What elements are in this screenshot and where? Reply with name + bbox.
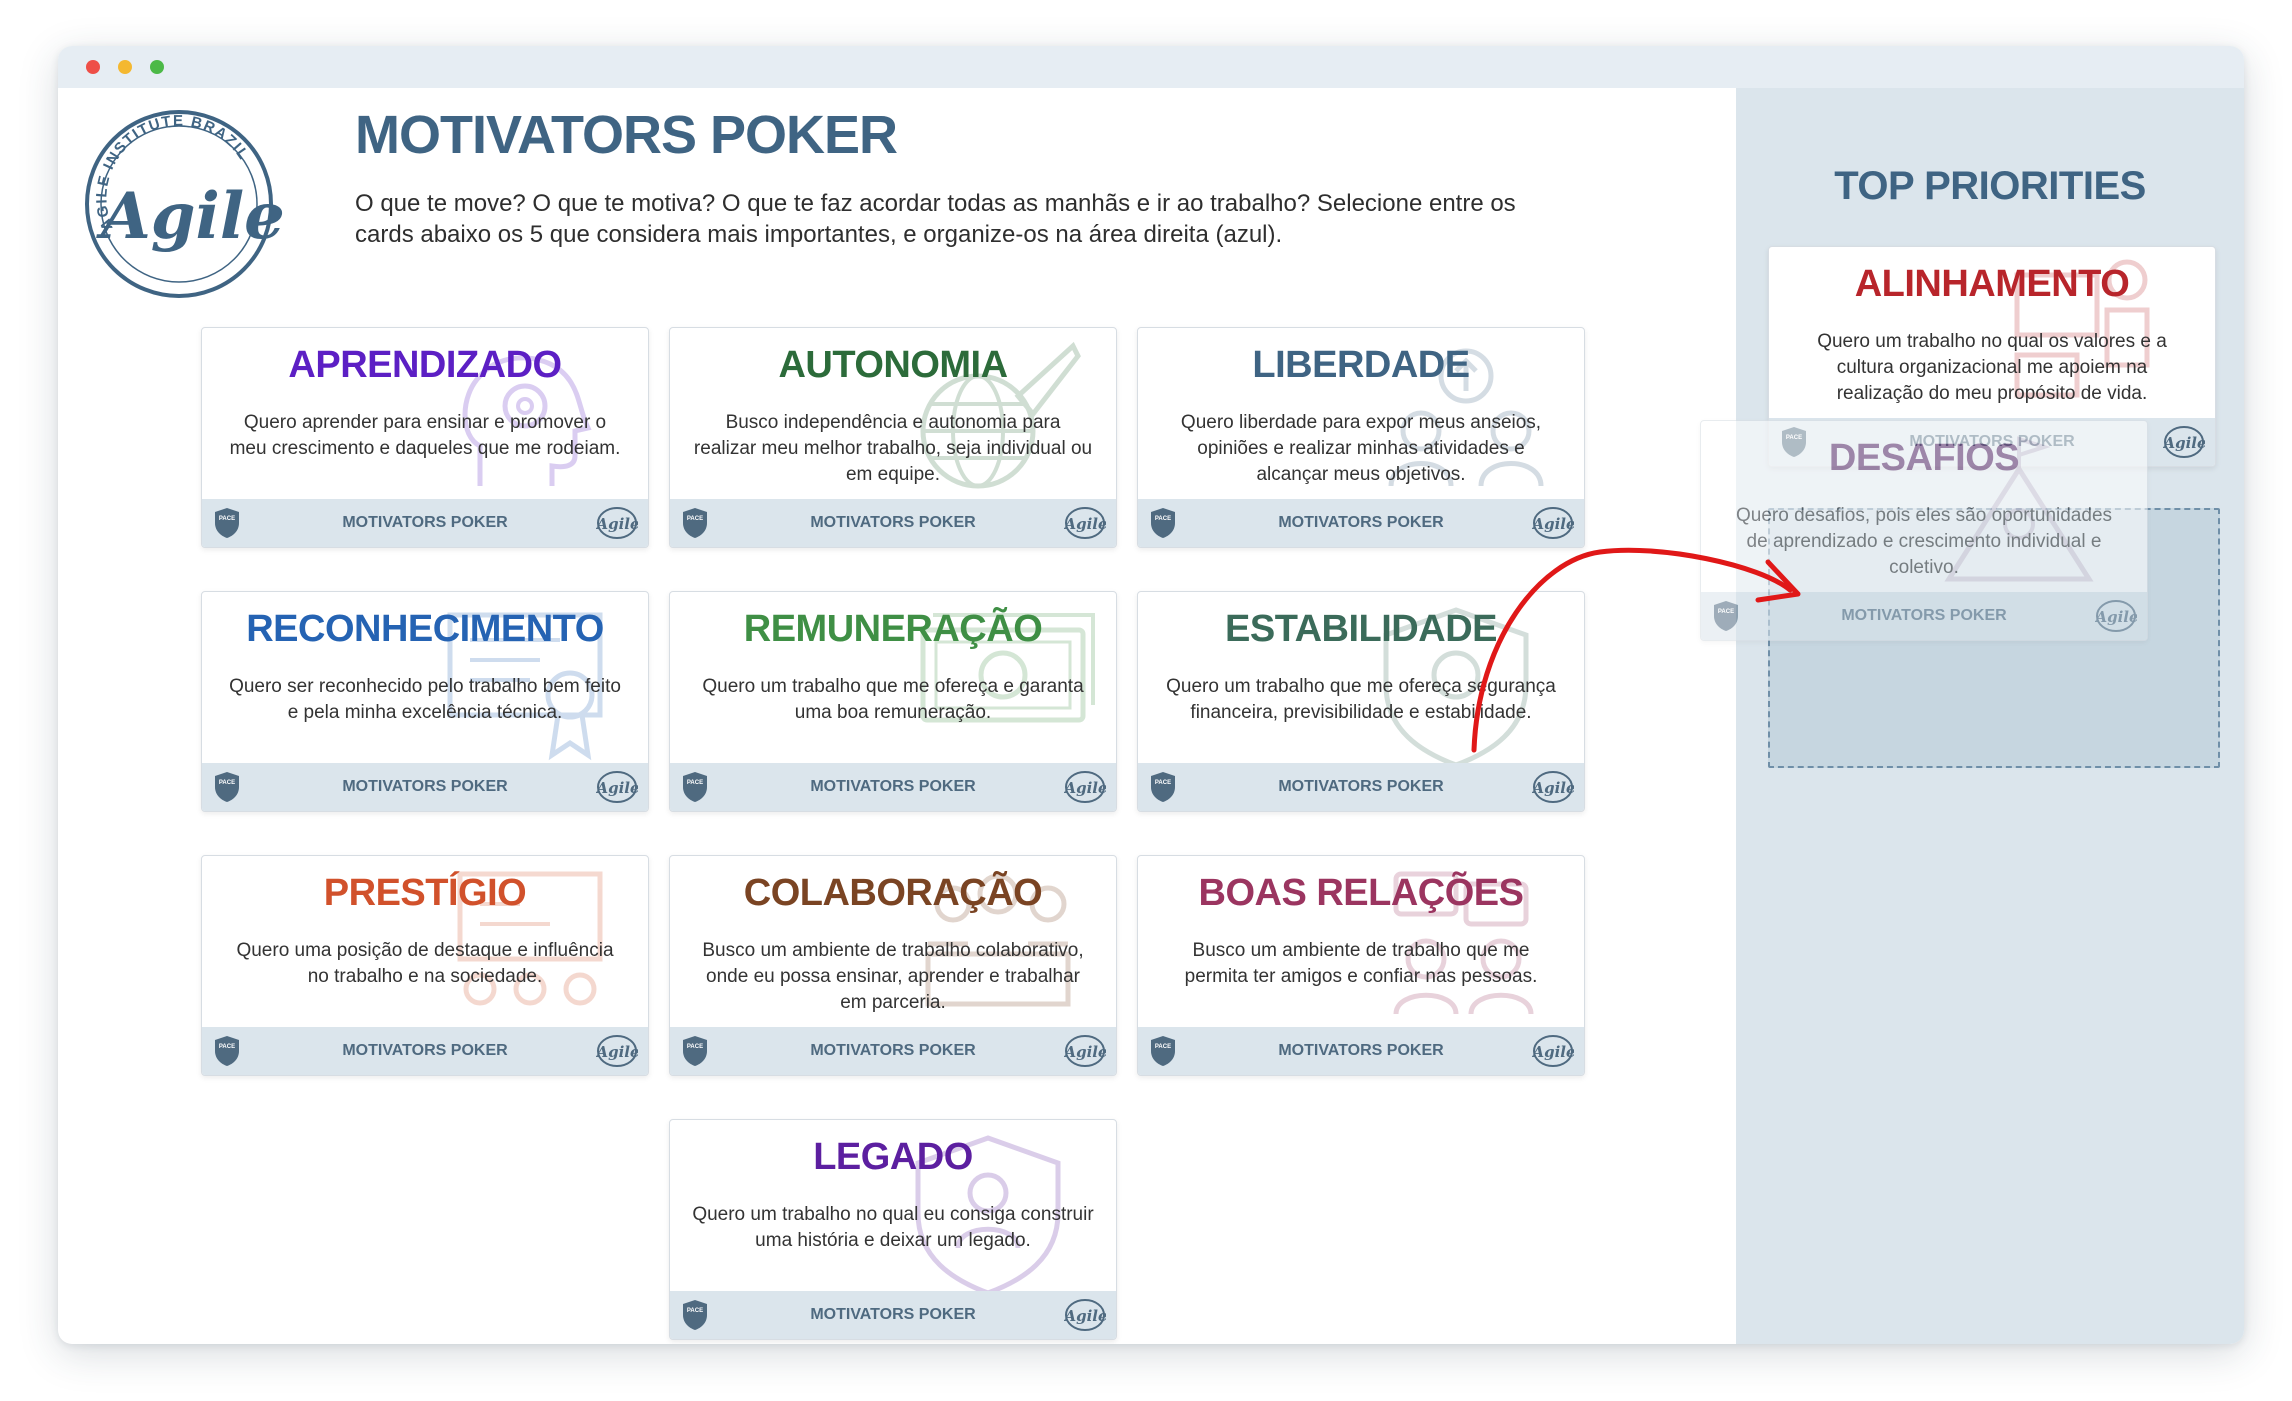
card-description: Quero um trabalho que me ofereça e garan… [702,676,1084,723]
card-footer-label: MOTIVATORS POKER [1278,1042,1444,1059]
agile-mark-icon: Agile [596,1035,638,1067]
card-description: Busco independência e autonomia para rea… [693,412,1093,485]
svg-text:Agile: Agile [1532,1043,1574,1061]
agile-mark-icon: Agile [2095,600,2137,632]
motivator-card[interactable]: ESTABILIDADE Quero um trabalho que me ofe… [1137,591,1585,812]
card-footer-label: MOTIVATORS POKER [810,1042,976,1059]
card-footer: PACEMOTIVATORS POKERAgile [670,499,1116,547]
card-footer-label: MOTIVATORS POKER [342,514,508,531]
card-footer-label: MOTIVATORS POKER [1278,514,1444,531]
agile-institute-logo: AGILE INSTITUTE BRAZIL Agile [85,110,285,298]
card-title: RECONHECIMENTO [246,608,604,650]
agile-mark-icon: Agile [2163,426,2205,458]
card-description: Quero um trabalho no qual os valores e a… [1817,331,2167,404]
svg-text:Agile: Agile [1532,515,1574,533]
motivator-card[interactable]: LIBERDADE Quero liberdade para expor meus… [1137,327,1585,548]
svg-text:Agile: Agile [596,1043,638,1061]
card-title: DESAFIOS [1828,437,2020,479]
card-title: BOAS RELAÇÕES [1198,872,1524,914]
agile-mark-icon: Agile [596,507,638,539]
card-title: REMUNERAÇÃO [743,608,1043,650]
svg-text:Agile: Agile [1532,779,1574,797]
card-title: APRENDIZADO [288,344,562,386]
card-footer: PACEMOTIVATORS POKERAgile [1701,592,2147,640]
card-title: PRESTÍGIO [323,872,527,914]
card-footer: PACEMOTIVATORS POKERAgile [1138,1027,1584,1075]
logo-word: Agile [96,179,285,254]
dragging-card[interactable]: DESAFIOS Quero desafios, pois eles são op… [1700,420,2148,641]
svg-text:Agile: Agile [596,515,638,533]
card-description: Quero uma posição de destaque e influênc… [236,940,614,987]
svg-text:Agile: Agile [596,779,638,797]
card-footer: PACEMOTIVATORS POKERAgile [202,499,648,547]
card-footer-label: MOTIVATORS POKER [342,1042,508,1059]
svg-text:Agile: Agile [2095,608,2137,626]
card-description: Quero ser reconhecido pelo trabalho bem … [229,676,621,723]
motivator-card[interactable]: AUTONOMIA Busco independência e autonomia… [669,327,1117,548]
agile-mark-icon: Agile [1532,507,1574,539]
card-title: COLABORAÇÃO [743,872,1043,914]
minimize-window-button[interactable] [118,60,132,74]
card-footer: PACEMOTIVATORS POKERAgile [1138,763,1584,811]
motivator-card[interactable]: COLABORAÇÃO Busco um ambiente de trabalho… [669,855,1117,1076]
svg-text:Agile: Agile [1064,1307,1106,1325]
card-footer: PACEMOTIVATORS POKERAgile [202,1027,648,1075]
page-title: MOTIVATORS POKER [355,105,898,165]
card-footer: PACEMOTIVATORS POKERAgile [670,1291,1116,1339]
agile-mark-icon: Agile [1532,1035,1574,1067]
card-footer-label: MOTIVATORS POKER [1841,607,2007,624]
card-title: LEGADO [813,1136,973,1178]
motivator-card[interactable]: APRENDIZADO Quero aprender para ensinar e… [201,327,649,548]
motivator-card[interactable]: LEGADO Quero um trabalho no qual eu consi… [669,1119,1117,1340]
card-footer: PACEMOTIVATORS POKERAgile [670,1027,1116,1075]
app-window: AGILE INSTITUTE BRAZIL Agile MOTIVATORS … [58,46,2244,1344]
card-description: Quero aprender para ensinar e promover o… [229,412,621,459]
card-footer: PACEMOTIVATORS POKERAgile [1138,499,1584,547]
card-footer-label: MOTIVATORS POKER [810,514,976,531]
top-priorities-panel[interactable]: TOP PRIORITIES ALINHAMENTO Quero um traba… [1736,88,2244,1344]
top-priorities-title: TOP PRIORITIES [1834,164,2146,208]
maximize-window-button[interactable] [150,60,164,74]
motivator-card[interactable]: RECONHECIMENTO Quero ser reconhecido pelo… [201,591,649,812]
agile-mark-icon: Agile [1064,1299,1106,1331]
card-footer-label: MOTIVATORS POKER [810,778,976,795]
svg-text:Agile: Agile [2163,434,2205,452]
svg-text:Agile: Agile [1064,515,1106,533]
card-footer: PACEMOTIVATORS POKERAgile [202,763,648,811]
motivator-card[interactable]: REMUNERAÇÃO Quero um trabalho que me ofer… [669,591,1117,812]
card-footer: PACEMOTIVATORS POKERAgile [670,763,1116,811]
card-description: Quero desafios, pois eles são oportunida… [1735,505,2113,578]
agile-mark-icon: Agile [1064,507,1106,539]
card-title: ESTABILIDADE [1225,608,1497,650]
agile-mark-icon: Agile [1064,771,1106,803]
card-footer-label: MOTIVATORS POKER [1278,778,1444,795]
motivator-card[interactable]: PRESTÍGIO Quero uma posição de destaque e… [201,855,649,1076]
agile-mark-icon: Agile [596,771,638,803]
card-title: AUTONOMIA [778,344,1008,386]
card-description: Quero um trabalho que me ofereça seguran… [1166,676,1556,723]
close-window-button[interactable] [86,60,100,74]
svg-text:Agile: Agile [1064,1043,1106,1061]
motivator-card[interactable]: BOAS RELAÇÕES Busco um ambiente de trabal… [1137,855,1585,1076]
card-description: Busco um ambiente de trabalho colaborati… [702,940,1084,1013]
card-title: ALINHAMENTO [1854,263,2130,305]
agile-mark-icon: Agile [1532,771,1574,803]
card-title: LIBERDADE [1252,344,1470,386]
card-description: Quero liberdade para expor meus anseios,… [1180,412,1542,485]
card-description: Quero um trabalho no qual eu consiga con… [692,1204,1094,1251]
card-description: Busco um ambiente de trabalho que me per… [1184,940,1538,987]
card-footer-label: MOTIVATORS POKER [810,1306,976,1323]
agile-mark-icon: Agile [1064,1035,1106,1067]
svg-text:Agile: Agile [1064,779,1106,797]
card-footer-label: MOTIVATORS POKER [342,778,508,795]
page-subtitle: O que te move? O que te motiva? O que te… [355,190,1516,248]
window-titlebar [58,46,2244,88]
